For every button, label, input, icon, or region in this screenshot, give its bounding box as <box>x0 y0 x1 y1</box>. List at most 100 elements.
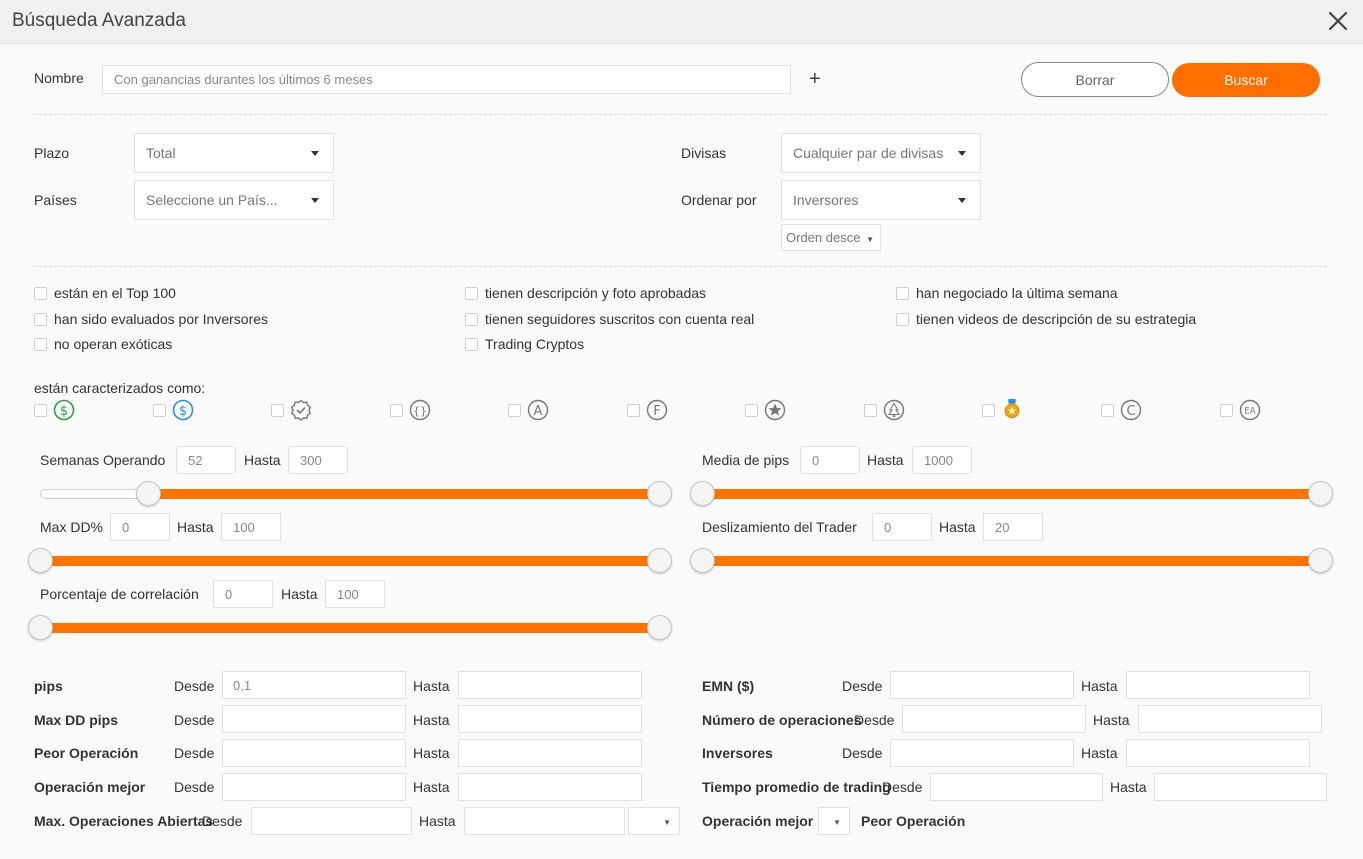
caret-down-icon: ▼ <box>866 235 874 244</box>
checkbox-letter-c[interactable] <box>1101 404 1114 417</box>
add-name-icon[interactable]: + <box>809 68 821 91</box>
ordenar-select[interactable]: Inversores <box>781 180 981 220</box>
maxdd-pips-from-input[interactable] <box>222 705 406 733</box>
checkbox-braces[interactable] <box>390 404 403 417</box>
order-direction-select[interactable]: Orden desce ▼ <box>781 224 881 251</box>
order-direction-value: Orden desce <box>786 230 861 245</box>
checkbox-evaluated[interactable] <box>34 313 47 326</box>
checkbox-top100-label: están en el Top 100 <box>54 285 176 301</box>
pips-media-to-input[interactable]: 1000 <box>912 446 972 474</box>
semanas-slider-range <box>148 489 660 499</box>
ea-glyph: EA <box>1244 407 1255 417</box>
tiempo-from-input[interactable] <box>930 773 1103 801</box>
dollar-glyph: $ <box>60 404 68 419</box>
emn-from-input[interactable] <box>890 671 1074 699</box>
correlacion-to-input[interactable]: 100 <box>325 580 385 608</box>
pips-from-input[interactable]: 0,1 <box>222 671 406 699</box>
emn-to-input[interactable] <box>1126 671 1310 699</box>
pips-media-from-input[interactable]: 0 <box>800 446 860 474</box>
hasta-label: Hasta <box>1081 678 1118 694</box>
peor-operacion-from-input[interactable] <box>222 739 406 767</box>
checkbox-last-week[interactable] <box>896 287 909 300</box>
hasta-label: Hasta <box>1093 712 1130 728</box>
letter-a-icon: A <box>527 399 549 421</box>
operacion-mejor-from-input[interactable] <box>222 773 406 801</box>
desde-label: Desde <box>854 712 895 728</box>
semanas-slider-min-handle[interactable] <box>136 481 161 506</box>
peor-operacion-filter-label: Peor Operación <box>861 813 966 829</box>
paises-select[interactable]: Seleccione un País... <box>134 180 334 220</box>
semanas-slider-max-handle[interactable] <box>647 481 672 506</box>
hasta-label: Hasta <box>244 452 281 468</box>
operacion-mejor-to-input[interactable] <box>458 773 642 801</box>
deslizamiento-slider-min-handle[interactable] <box>690 548 715 573</box>
checkbox-top100[interactable] <box>34 287 47 300</box>
maxdd-slider-min-handle[interactable] <box>28 548 53 573</box>
deslizamiento-label: Deslizamiento del Trader <box>702 519 857 535</box>
checkbox-cryptos[interactable] <box>465 338 478 351</box>
braces-glyph: {} <box>413 405 427 418</box>
maxdd-pips-to-input[interactable] <box>458 705 642 733</box>
name-input[interactable]: Con ganancias durantes los últimos 6 mes… <box>102 65 791 94</box>
letter-a-glyph: A <box>534 404 543 419</box>
num-ops-from-input[interactable] <box>902 705 1086 733</box>
checkbox-dollar-green[interactable] <box>34 404 47 417</box>
divisas-select[interactable]: Cualquier par de divisas <box>781 133 981 173</box>
checkbox-dollar-blue[interactable] <box>153 404 166 417</box>
pips-media-slider-min-handle[interactable] <box>690 481 715 506</box>
checkbox-tree[interactable] <box>864 404 877 417</box>
braces-icon: {} <box>409 399 431 421</box>
checkbox-verified[interactable] <box>271 404 284 417</box>
checkbox-real-followers[interactable] <box>465 313 478 326</box>
inversores-to-input[interactable] <box>1126 739 1310 767</box>
clear-button[interactable]: Borrar <box>1021 62 1169 97</box>
peor-operacion-to-input[interactable] <box>458 739 642 767</box>
dollar-glyph: $ <box>179 404 187 419</box>
pips-to-input[interactable] <box>458 671 642 699</box>
semanas-to-input[interactable]: 300 <box>288 446 348 474</box>
checkbox-letter-a[interactable] <box>508 404 521 417</box>
caret-down-icon: ▼ <box>663 818 671 827</box>
inversores-from-input[interactable] <box>890 739 1074 767</box>
dialog-title: Búsqueda Avanzada <box>12 10 186 31</box>
correlacion-slider-min-handle[interactable] <box>28 615 53 640</box>
letter-f-icon: F <box>646 399 668 421</box>
semanas-from-input[interactable]: 52 <box>176 446 236 474</box>
pips-media-label: Media de pips <box>702 452 790 468</box>
correlacion-from-input[interactable]: 0 <box>213 580 273 608</box>
chevron-down-icon <box>311 198 319 203</box>
deslizamiento-from-input[interactable]: 0 <box>872 513 932 541</box>
maxdd-to-input[interactable]: 100 <box>221 513 281 541</box>
operacion-mejor-select[interactable]: ▼ <box>818 807 850 835</box>
checkbox-no-exotics[interactable] <box>34 338 47 351</box>
checkbox-letter-f[interactable] <box>627 404 640 417</box>
deslizamiento-to-input[interactable]: 20 <box>983 513 1043 541</box>
plazo-select[interactable]: Total <box>134 133 334 173</box>
pips-media-slider-max-handle[interactable] <box>1308 481 1333 506</box>
checkbox-medal[interactable] <box>982 404 995 417</box>
checkbox-videos[interactable] <box>896 313 909 326</box>
max-abiertas-to-input[interactable] <box>464 807 625 835</box>
desde-label: Desde <box>882 779 923 795</box>
divider <box>34 266 1327 267</box>
letter-f-glyph: F <box>653 404 660 419</box>
desde-label: Desde <box>842 745 883 761</box>
correlacion-slider-range <box>40 623 660 633</box>
close-icon[interactable] <box>1327 8 1349 34</box>
checkbox-evaluated-label: han sido evaluados por Inversores <box>54 311 269 327</box>
checkbox-star[interactable] <box>745 404 758 417</box>
tiempo-to-input[interactable] <box>1154 773 1327 801</box>
checkbox-ea[interactable] <box>1220 404 1233 417</box>
deslizamiento-slider-max-handle[interactable] <box>1308 548 1333 573</box>
num-ops-to-input[interactable] <box>1138 705 1322 733</box>
desde-label: Desde <box>174 712 215 728</box>
desde-label: Desde <box>174 745 215 761</box>
correlacion-slider-max-handle[interactable] <box>647 615 672 640</box>
desde-label: Desde <box>202 813 243 829</box>
max-abiertas-from-input[interactable] <box>251 807 412 835</box>
maxdd-slider-max-handle[interactable] <box>647 548 672 573</box>
search-button[interactable]: Buscar <box>1172 63 1320 97</box>
checkbox-approved-photo[interactable] <box>465 287 478 300</box>
maxdd-from-input[interactable]: 0 <box>110 513 170 541</box>
max-abiertas-select[interactable]: ▼ <box>628 807 680 835</box>
